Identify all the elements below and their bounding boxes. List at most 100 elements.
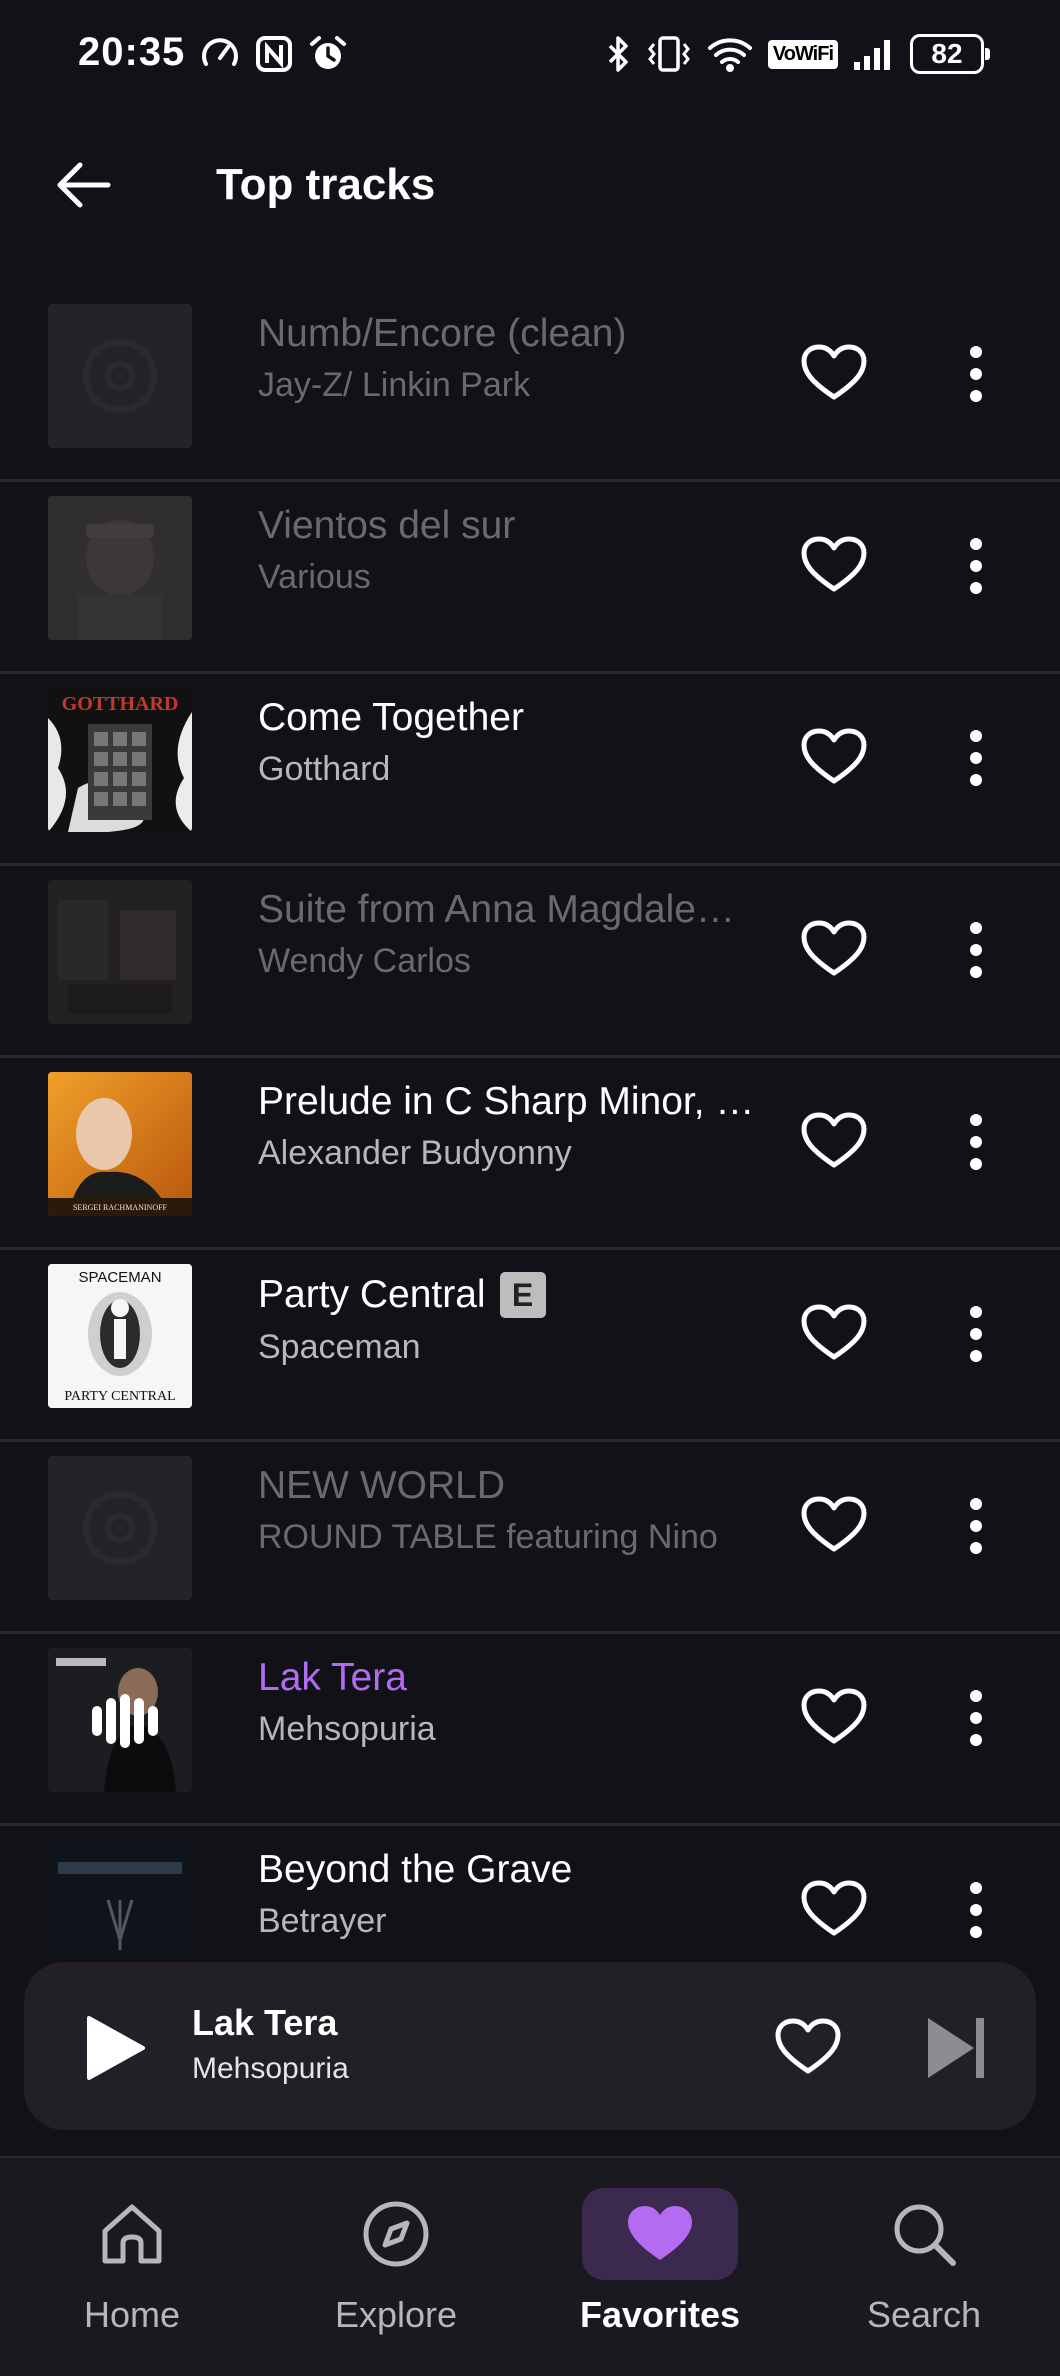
track-info: Prelude in C Sharp Minor, … Alexander Bu… [258,1080,758,1173]
wifi-icon [707,38,752,72]
now-playing-favorite-button[interactable] [768,2012,848,2082]
track-artwork [48,1840,192,1960]
mini-player[interactable]: Lak Tera Mehsopuria [24,1962,1036,2130]
album-art-spaceman: SPACEMAN PARTY CENTRAL [48,1264,192,1408]
track-list[interactable]: Numb/Encore (clean) Jay-Z/ Linkin Park V… [0,290,1060,1960]
track-title-text: Numb/Encore (clean) [258,312,627,355]
more-vertical-icon [970,922,982,978]
more-options-button[interactable] [946,718,1006,798]
track-title-text: Beyond the Grave [258,1848,573,1891]
favorite-button[interactable] [794,722,874,792]
favorite-button[interactable] [794,530,874,600]
nav-item-explore[interactable]: Explore [296,2188,496,2358]
track-info: Numb/Encore (clean) Jay-Z/ Linkin Park [258,312,758,405]
more-options-button[interactable] [946,526,1006,606]
favorite-button[interactable] [794,1874,874,1944]
track-title-text: Come Together [258,696,524,739]
track-artist: Mehsopuria [258,1710,436,1748]
track-title: Come Together [258,696,758,740]
track-artist: Various [258,558,371,596]
vowifi-badge: VoWiFi [767,39,838,69]
heart-outline-icon [801,344,867,400]
nav-icon-container [318,2188,474,2280]
favorite-button[interactable] [794,1106,874,1176]
bottom-navigation: Home Explore Favorites Search [0,2156,1060,2376]
favorite-button[interactable] [794,1490,874,1560]
nav-label: Home [83,2294,181,2335]
more-vertical-icon [970,1498,982,1554]
track-info: NEW WORLD ROUND TABLE featuring Nino [258,1464,758,1557]
more-options-button[interactable] [946,1870,1006,1950]
more-options-button[interactable] [946,1294,1006,1374]
album-art-mehsopuria [48,1648,192,1792]
track-artist: Betrayer [258,1902,387,1940]
more-options-button[interactable] [946,1486,1006,1566]
track-artist: Spaceman [258,1328,421,1366]
track-artwork-placeholder [48,1456,192,1600]
nav-item-favorites[interactable]: Favorites [560,2188,760,2358]
more-options-button[interactable] [946,334,1006,414]
more-vertical-icon [970,1114,982,1170]
favorite-button[interactable] [794,914,874,984]
track-title: Numb/Encore (clean) [258,312,758,356]
track-title-text: Party Central [258,1273,486,1316]
track-artwork-placeholder [48,304,192,448]
disc-icon [83,339,157,413]
album-art-text: GOTTHARD [62,693,179,715]
track-title: Vientos del sur [258,504,758,548]
back-button[interactable] [50,152,116,218]
nav-label: Explore [334,2294,458,2335]
more-vertical-icon [970,1690,982,1746]
track-title-text: Prelude in C Sharp Minor, … [258,1080,755,1123]
track-row[interactable]: Suite from Anna Magdale… Wendy Carlos [0,866,1060,1058]
track-row[interactable]: Vientos del sur Various [0,482,1060,674]
nfc-icon [256,36,292,72]
alarm-icon [310,36,346,69]
album-art-text: SERGEI RACHMANINOFF [73,1203,168,1212]
skip-next-button[interactable] [916,2008,996,2088]
album-art-text-bottom: PARTY CENTRAL [64,1389,175,1404]
track-row[interactable]: NEW WORLD ROUND TABLE featuring Nino [0,1442,1060,1634]
track-row-playing[interactable]: Lak Tera Mehsopuria [0,1634,1060,1826]
heart-outline-icon [801,1112,867,1168]
favorite-button[interactable] [794,1298,874,1368]
favorite-button[interactable] [794,338,874,408]
heart-outline-icon [801,1496,867,1552]
album-art-dark-photo [48,880,192,1024]
track-row[interactable]: Beyond the Grave Betrayer [0,1826,1060,1960]
more-vertical-icon [970,1882,982,1938]
heart-outline-icon [801,920,867,976]
page-title: Top tracks [216,160,436,209]
track-artwork [48,880,192,1024]
battery-level: 82 [931,38,963,69]
track-title-text: NEW WORLD [258,1464,505,1507]
heart-outline-icon [801,728,867,784]
album-art-gotthard: GOTTHARD [48,688,192,832]
search-icon [894,2204,956,2266]
nav-item-home[interactable]: Home [32,2188,232,2358]
more-options-button[interactable] [946,1678,1006,1758]
track-row[interactable]: SPACEMAN PARTY CENTRAL Party Central E S… [0,1250,1060,1442]
now-playing-artist: Mehsopuria [192,2052,349,2085]
track-title: Prelude in C Sharp Minor, … [258,1080,758,1124]
track-artwork: GOTTHARD [48,688,192,832]
more-vertical-icon [970,346,982,402]
track-row[interactable]: Numb/Encore (clean) Jay-Z/ Linkin Park [0,290,1060,482]
track-row[interactable]: SERGEI RACHMANINOFF Prelude in C Sharp M… [0,1058,1060,1250]
compass-icon [363,2201,429,2267]
track-row[interactable]: GOTTHARD Come Together Gotthard [0,674,1060,866]
track-artist: Wendy Carlos [258,942,471,980]
track-title: Beyond the Grave [258,1848,758,1892]
track-info: Party Central E Spaceman [258,1272,758,1367]
now-playing-info[interactable]: Lak Tera Mehsopuria [192,2002,349,2086]
more-options-button[interactable] [946,1102,1006,1182]
album-art-betrayer [48,1840,192,1960]
track-artist: Alexander Budyonny [258,1134,572,1172]
track-title: Party Central E [258,1272,758,1318]
nav-item-search[interactable]: Search [824,2188,1024,2358]
home-icon [102,2204,162,2264]
play-button[interactable] [76,2008,156,2088]
favorite-button[interactable] [794,1682,874,1752]
more-options-button[interactable] [946,910,1006,990]
album-art-text-top: SPACEMAN [78,1269,161,1286]
